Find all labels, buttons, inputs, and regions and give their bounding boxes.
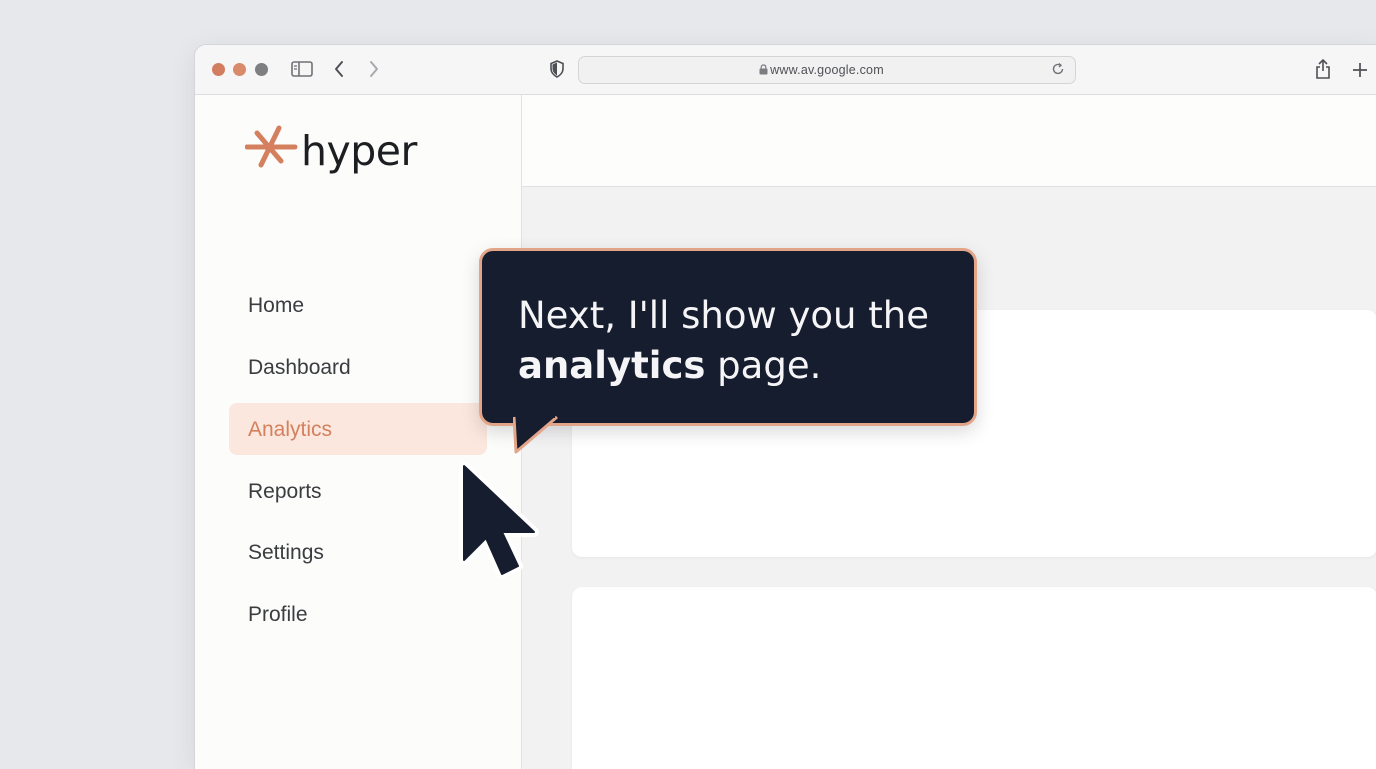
address-bar[interactable]: www.av.google.com: [578, 56, 1076, 84]
close-window-button[interactable]: [212, 63, 225, 76]
share-icon[interactable]: [1314, 58, 1332, 80]
main-header: [522, 95, 1376, 187]
sidebar-item-label: Settings: [248, 541, 324, 564]
onboarding-tooltip: Next, I'll show you the analytics page.: [479, 248, 977, 426]
sidebar-item-dashboard[interactable]: Dashboard: [229, 341, 487, 393]
sidebar-item-label: Profile: [248, 603, 308, 626]
reload-icon[interactable]: [1051, 62, 1065, 76]
maximize-window-button[interactable]: [255, 63, 268, 76]
tooltip-bold-word: analytics: [518, 344, 706, 387]
sidebar-item-label: Dashboard: [248, 356, 351, 379]
hyper-logo-icon: [245, 125, 298, 168]
sidebar-item-home[interactable]: Home: [229, 279, 487, 331]
sidebar-item-label: Home: [248, 294, 305, 317]
shield-icon[interactable]: [549, 60, 565, 78]
sidebar-item-label: Analytics: [248, 418, 333, 441]
tooltip-message: Next, I'll show you the analytics page.: [518, 291, 950, 391]
sidebar: hyper Home Dashboard Analytics Reports S…: [195, 95, 522, 769]
logo-text: hyper: [301, 127, 417, 175]
new-tab-icon[interactable]: [1352, 62, 1368, 78]
tooltip-line-2: page.: [705, 344, 822, 387]
content-card: [572, 587, 1376, 769]
browser-toolbar: www.av.google.com: [195, 45, 1376, 95]
sidebar-item-settings[interactable]: Settings: [229, 526, 487, 578]
sidebar-toggle-icon[interactable]: [291, 61, 313, 77]
sidebar-item-analytics[interactable]: Analytics: [229, 403, 487, 455]
sidebar-item-profile[interactable]: Profile: [229, 588, 487, 640]
mouse-pointer-icon: [459, 461, 539, 579]
tooltip-tail: [513, 416, 558, 454]
forward-icon[interactable]: [368, 60, 380, 78]
tooltip-line-1: Next, I'll show you the: [518, 294, 929, 337]
url-text: www.av.google.com: [770, 63, 884, 77]
minimize-window-button[interactable]: [233, 63, 246, 76]
sidebar-item-label: Reports: [248, 480, 322, 503]
back-icon[interactable]: [333, 60, 345, 78]
sidebar-item-reports[interactable]: Reports: [229, 465, 487, 517]
